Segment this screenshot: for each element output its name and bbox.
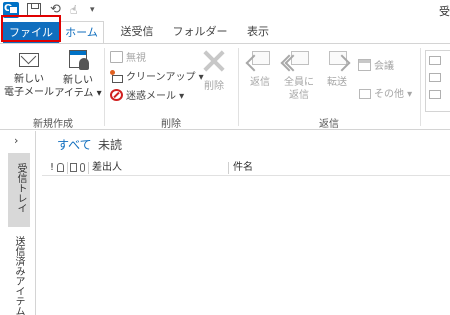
meeting-label: 会議 [374, 61, 394, 72]
tab-view[interactable]: 表示 [240, 21, 276, 43]
quick-step-icon [429, 90, 441, 99]
folder-inbox[interactable]: 受信トレイ [8, 153, 30, 227]
attachment-icon[interactable] [80, 163, 85, 172]
reply-button[interactable]: 返信 [242, 47, 278, 89]
item-type-icon[interactable] [70, 163, 77, 172]
reply-all-label-line1: 全員に [284, 77, 314, 88]
new-items-label-line2: アイテム ▾ [54, 88, 102, 99]
reply-icon [245, 49, 273, 73]
more-respond-label: その他 ▾ [374, 89, 413, 100]
new-email-label-line1: 新しい [14, 74, 44, 85]
delete-button[interactable]: 削除 [196, 47, 232, 93]
new-items-label-line1: 新しい [63, 75, 93, 86]
meeting-button[interactable]: 会議 [358, 59, 394, 75]
ignore-label: 無視 [126, 53, 146, 64]
junk-button[interactable]: 迷惑メール ▾ [110, 89, 184, 105]
column-separator [228, 162, 229, 174]
customize-qat-button[interactable]: ▾ [90, 3, 100, 18]
touch-mode-icon[interactable]: ☝ [70, 3, 84, 18]
meeting-icon [358, 59, 371, 71]
message-list: すべて 未読 ! 差出人 件名 [37, 131, 450, 315]
tab-file[interactable]: ファイル [3, 22, 59, 43]
forward-label: 転送 [327, 77, 347, 88]
new-items-button[interactable]: 新しい アイテム ▾ [54, 47, 102, 100]
cleanup-label: クリーンアップ ▾ [126, 72, 204, 83]
column-separator [67, 162, 68, 174]
new-mail-icon [16, 49, 42, 69]
folder-sent-items[interactable]: 送信済みアイテム [11, 236, 26, 315]
folder-inbox-label: 受信トレイ [15, 163, 26, 213]
filter-all[interactable]: すべて [57, 136, 92, 153]
save-icon[interactable] [27, 3, 41, 17]
junk-icon [110, 89, 123, 101]
ignore-icon [110, 51, 123, 63]
column-from[interactable]: 差出人 [92, 160, 122, 176]
group-label-delete: 削除 [161, 119, 181, 130]
ribbon-tab-row: ファイル ホーム 送受信 フォルダー 表示 [0, 21, 450, 43]
more-respond-button[interactable]: その他 ▾ [358, 87, 412, 103]
filter-unread[interactable]: 未読 [98, 136, 122, 153]
window-title: 受 [439, 5, 450, 18]
new-email-button[interactable]: 新しい 電子メール [4, 47, 54, 99]
new-items-icon [65, 48, 91, 72]
delete-label: 削除 [204, 81, 224, 92]
tab-home[interactable]: ホーム [59, 21, 104, 43]
column-importance[interactable]: ! [50, 160, 54, 176]
cleanup-icon [110, 70, 123, 83]
more-icon [358, 87, 371, 99]
group-separator [104, 48, 105, 126]
outlook-icon[interactable]: O [3, 2, 19, 18]
undo-icon[interactable]: ⟲ [50, 3, 64, 18]
group-separator [420, 48, 421, 126]
message-list-column-header: ! 差出人 件名 [42, 160, 450, 176]
ribbon: 新しい 電子メール 新しい アイテム ▾ 新規作成 無視 クリーンアップ ▾ 迷… [0, 43, 450, 130]
new-email-label-line2: 電子メール [4, 87, 54, 98]
expand-folder-pane-button[interactable]: › [14, 134, 18, 147]
envelope-icon [9, 6, 18, 14]
column-separator [88, 162, 89, 174]
tab-send-receive[interactable]: 送受信 [112, 21, 162, 43]
reply-all-icon [280, 49, 312, 73]
reply-all-button[interactable]: 全員に 返信 [280, 47, 318, 102]
junk-label: 迷惑メール ▾ [126, 91, 185, 102]
group-label-new: 新規作成 [33, 119, 73, 130]
quick-steps-gallery[interactable] [425, 50, 450, 112]
quick-step-icon [429, 56, 441, 65]
forward-button[interactable]: 転送 [320, 47, 354, 89]
reply-all-label-line2: 返信 [289, 90, 309, 101]
group-separator [238, 48, 239, 126]
ignore-button[interactable]: 無視 [110, 51, 146, 67]
group-label-respond: 返信 [319, 119, 339, 130]
title-bar: O ⟲ ☝ ▾ 受 [0, 0, 450, 21]
cleanup-button[interactable]: クリーンアップ ▾ [110, 70, 204, 86]
reminder-icon[interactable] [57, 163, 64, 172]
quick-step-icon [429, 73, 441, 82]
tab-folder[interactable]: フォルダー [172, 21, 228, 43]
reply-label: 返信 [250, 77, 270, 88]
forward-icon [324, 49, 351, 73]
folder-pane-collapsed: › 受信トレイ 送信済みアイテム [0, 131, 36, 315]
delete-icon [201, 48, 227, 74]
column-subject[interactable]: 件名 [233, 160, 253, 176]
